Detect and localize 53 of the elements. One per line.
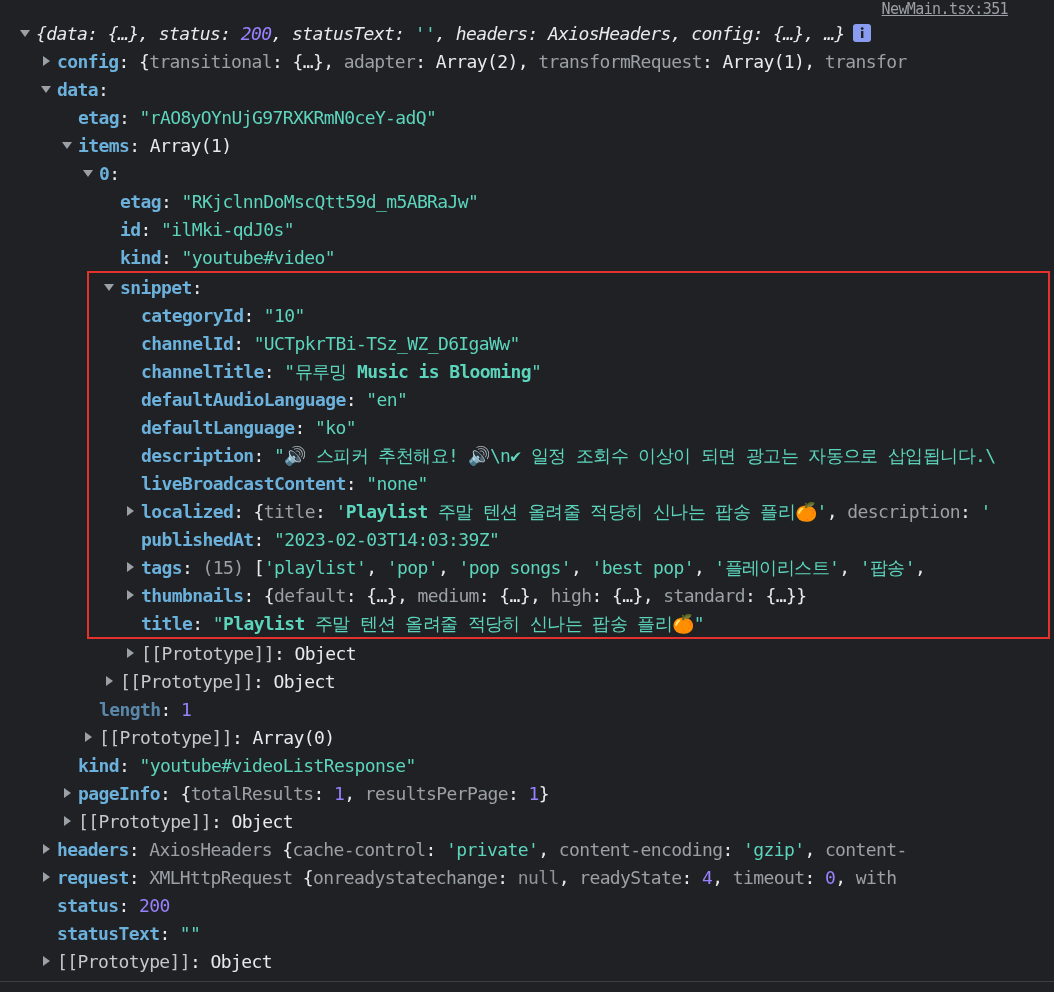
property-line: config: {transitional: {…}, adapter: Array(2), transformRequest: Array(1), transfor <box>57 49 907 74</box>
property-line: [[Prototype]]: Object <box>120 669 335 694</box>
collapse-triangle-icon[interactable] <box>62 140 72 150</box>
property-line: id: "ilMki-qdJ0s" <box>120 217 295 242</box>
property-line: etag: "rAO8yOYnUjG97RXKRmN0ceY-adQ" <box>78 105 437 130</box>
expand-triangle-icon[interactable] <box>125 506 135 516</box>
property-line: title: "Playlist 주말 텐션 올려줄 적당히 신나는 팝송 플리🍊" <box>141 611 704 636</box>
expand-triangle-icon[interactable] <box>41 872 51 882</box>
property-line: request: XMLHttpRequest {onreadystatechange: null, readyState: 4, timeout: 0, with <box>57 865 897 890</box>
collapse-triangle-icon[interactable] <box>20 28 30 38</box>
property-line: 0: <box>99 161 120 186</box>
property-line: statusText: "" <box>57 921 201 946</box>
expand-triangle-icon[interactable] <box>41 844 51 854</box>
expand-triangle-icon[interactable] <box>125 590 135 600</box>
property-line: status: 200 <box>57 893 170 918</box>
property-line: categoryId: "10" <box>141 303 305 328</box>
expand-triangle-icon[interactable] <box>41 956 51 966</box>
property-line: kind: "youtube#video" <box>120 245 335 270</box>
property-line: localized: {title: 'Playlist 주말 텐션 올려줄 적당히 신나는 팝송 플리🍊', description: ' <box>141 499 991 524</box>
expand-triangle-icon[interactable] <box>125 648 135 658</box>
property-line: publishedAt: "2023-02-03T14:03:39Z" <box>141 527 500 552</box>
info-icon[interactable] <box>852 24 871 42</box>
property-line: liveBroadcastContent: "none" <box>141 471 428 496</box>
property-line: tags: (15) ['playlist', 'pop', 'pop songs', 'best pop', '플레이리스트', '팝송', <box>141 555 926 580</box>
property-line: thumbnails: {default: {…}, medium: {…}, high: {…}, standard: {…}} <box>141 583 807 608</box>
property-line: headers: AxiosHeaders {cache-control: 'private', content-encoding: 'gzip', content- <box>57 837 907 862</box>
property-line: length: 1 <box>99 697 192 722</box>
expand-triangle-icon[interactable] <box>41 56 51 66</box>
expand-triangle-icon[interactable] <box>62 788 72 798</box>
property-line: channelTitle: "뮤루밍 Music is Blooming" <box>141 359 542 384</box>
collapse-triangle-icon[interactable] <box>104 282 114 292</box>
source-link[interactable]: NewMain.tsx:351 <box>881 0 1008 19</box>
collapse-triangle-icon[interactable] <box>41 84 51 94</box>
property-line: [[Prototype]]: Object <box>57 949 272 974</box>
expand-triangle-icon[interactable] <box>104 676 114 686</box>
property-line: items: Array(1) <box>78 133 232 158</box>
object-summary: {data: {…}, status: 200, statusText: '', headers: AxiosHeaders, config: {…}, …} <box>36 21 845 46</box>
property-line: etag: "RKjclnnDoMscQtt59d_m5ABRaJw" <box>120 189 479 214</box>
expand-triangle-icon[interactable] <box>83 732 93 742</box>
property-line: channelId: "UCTpkrTBi-TSz_WZ_D6IgaWw" <box>141 331 520 356</box>
property-line: pageInfo: {totalResults: 1, resultsPerPage: 1} <box>78 781 549 806</box>
property-line: defaultLanguage: "ko" <box>141 415 356 440</box>
property-line: snippet: <box>120 275 202 300</box>
property-line: kind: "youtube#videoListResponse" <box>78 753 416 778</box>
expand-triangle-icon[interactable] <box>125 562 135 572</box>
property-line: [[Prototype]]: Object <box>78 809 293 834</box>
expand-triangle-icon[interactable] <box>62 816 72 826</box>
collapse-triangle-icon[interactable] <box>83 168 93 178</box>
property-line: [[Prototype]]: Array(0) <box>99 725 335 750</box>
property-line: [[Prototype]]: Object <box>141 641 356 666</box>
property-line: defaultAudioLanguage: "en" <box>141 387 408 412</box>
property-line: description: "🔊 스피커 추천해요! 🔊\n✔ 일정 조회수 이상이 되면 광고는 자동으로 삽입됩니다.\ <box>141 443 996 468</box>
property-line: data: <box>57 77 109 102</box>
